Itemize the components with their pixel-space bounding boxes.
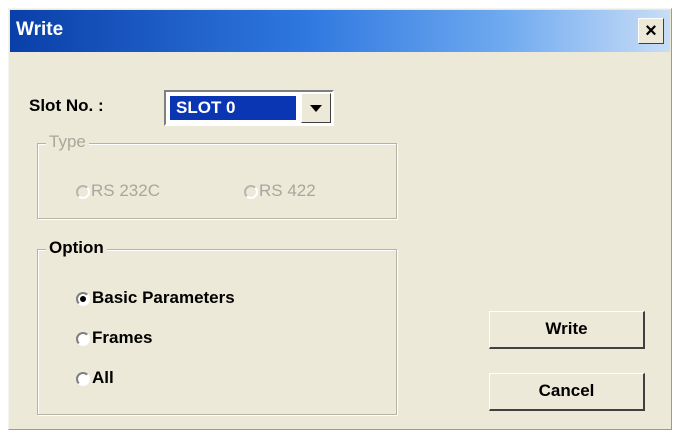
cancel-button[interactable]: Cancel (489, 373, 645, 411)
title-bar[interactable]: Write × (10, 10, 670, 52)
slot-dropdown[interactable]: SLOT 0 (164, 90, 334, 126)
slot-label: Slot No. : (29, 96, 104, 115)
radio-all-label: All (92, 368, 114, 387)
radio-rs232c[interactable] (76, 185, 90, 199)
radio-rs232c-label: RS 232C (91, 181, 160, 200)
type-group-title: Type (46, 132, 89, 152)
radio-checked-dot (80, 296, 86, 302)
radio-rs422[interactable] (244, 185, 258, 199)
slot-selected-value: SLOT 0 (170, 96, 296, 120)
write-button[interactable]: Write (489, 311, 645, 349)
radio-frames-label: Frames (92, 328, 153, 347)
close-button[interactable]: × (638, 18, 664, 44)
window-title: Write (16, 19, 64, 40)
option-group-title: Option (46, 238, 107, 258)
close-icon: × (645, 20, 657, 42)
radio-all[interactable] (76, 372, 90, 386)
radio-frames[interactable] (76, 332, 90, 346)
chevron-down-icon[interactable] (301, 93, 331, 123)
radio-rs422-label: RS 422 (259, 181, 316, 200)
option-group: Option (37, 238, 397, 415)
radio-basic-parameters[interactable] (76, 292, 90, 306)
radio-basic-parameters-label: Basic Parameters (92, 288, 235, 307)
write-dialog: Write × Slot No. : SLOT 0 Type RS 232C R… (8, 8, 672, 430)
